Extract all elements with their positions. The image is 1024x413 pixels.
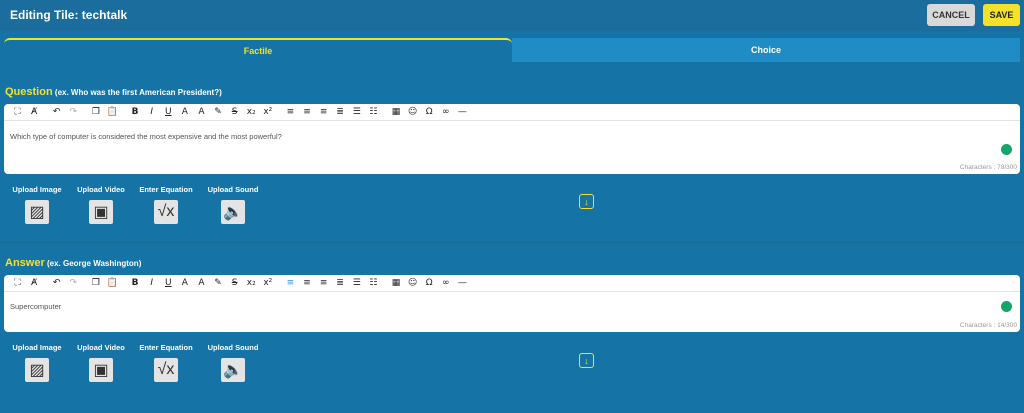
superscript-icon[interactable]: x² — [260, 105, 275, 119]
paste-icon[interactable]: 📋 — [105, 276, 120, 290]
horizontal-rule-icon[interactable]: — — [455, 105, 470, 119]
image-icon[interactable]: ▨ — [25, 200, 49, 224]
save-button[interactable]: SAVE — [983, 4, 1020, 26]
horizontal-rule-icon[interactable]: — — [455, 276, 470, 290]
answer-heading: Answer (ex. George Washington) — [5, 257, 141, 269]
align-center-icon[interactable]: ≡ — [300, 276, 315, 290]
answer-label: Answer — [5, 257, 45, 269]
question-editor[interactable]: ⛶ Ⱥ ↶ ↷ ❐ 📋 B I U A A ✎ S x₂ x² ≡ ≡ ≡ ≣ … — [4, 104, 1020, 174]
align-center-icon[interactable]: ≡ — [300, 105, 315, 119]
cancel-button[interactable]: CANCEL — [927, 4, 975, 26]
clear-format-icon[interactable]: Ⱥ — [27, 105, 42, 119]
answer-upload-image: Upload Image ▨ — [2, 343, 72, 382]
video-icon[interactable]: ▣ — [89, 200, 113, 224]
question-heading: Question (ex. Who was the first American… — [5, 86, 222, 98]
align-left-icon[interactable]: ≡ — [283, 105, 298, 119]
tab-bar: Factile Choice — [4, 38, 1020, 62]
tab-choice[interactable]: Choice — [512, 38, 1020, 62]
highlight-icon[interactable]: ✎ — [211, 105, 226, 119]
answer-editor[interactable]: ⛶ Ⱥ ↶ ↷ ❐ 📋 B I U A A ✎ S x₂ x² ≡ ≡ ≡ ≣ … — [4, 275, 1020, 332]
answer-text[interactable]: Supercomputer — [10, 302, 61, 311]
text-color-icon[interactable]: A — [194, 105, 209, 119]
redo-icon[interactable]: ↷ — [66, 105, 81, 119]
sqrt-icon[interactable]: √x — [154, 358, 178, 382]
underline-icon[interactable]: U — [161, 105, 176, 119]
question-upload-image: Upload Image ▨ — [2, 185, 72, 224]
question-toolbar: ⛶ Ⱥ ↶ ↷ ❐ 📋 B I U A A ✎ S x₂ x² ≡ ≡ ≡ ≣ … — [4, 104, 1020, 121]
link-icon[interactable]: ∞ — [438, 276, 453, 290]
paste-icon[interactable]: 📋 — [105, 105, 120, 119]
question-upload-video: Upload Video ▣ — [66, 185, 136, 224]
answer-char-count: Characters : 14/300 — [959, 322, 1017, 329]
ordered-list-icon[interactable]: ☰ — [349, 105, 364, 119]
special-char-icon[interactable]: Ω — [422, 276, 437, 290]
answer-upload-video: Upload Video ▣ — [66, 343, 136, 382]
strikethrough-icon[interactable]: S — [227, 105, 242, 119]
superscript-icon[interactable]: x² — [260, 276, 275, 290]
emoji-icon[interactable]: ☺ — [405, 105, 420, 119]
answer-enter-equation: Enter Equation √x — [131, 343, 201, 382]
font-size-icon[interactable]: A — [177, 276, 192, 290]
undo-icon[interactable]: ↶ — [49, 276, 64, 290]
redo-icon[interactable]: ↷ — [66, 276, 81, 290]
align-right-icon[interactable]: ≡ — [316, 276, 331, 290]
copy-icon[interactable]: ❐ — [88, 105, 103, 119]
speaker-icon[interactable]: 🔈 — [221, 200, 245, 224]
ordered-list-icon[interactable]: ☰ — [349, 276, 364, 290]
image-icon[interactable]: ▨ — [25, 358, 49, 382]
speaker-icon[interactable]: 🔈 — [221, 358, 245, 382]
collapse-arrow-icon[interactable]: ↓ — [579, 353, 594, 368]
table-icon[interactable]: ▦ — [388, 105, 403, 119]
emoji-icon[interactable]: ☺ — [405, 276, 420, 290]
fullscreen-icon[interactable]: ⛶ — [10, 105, 25, 119]
question-text[interactable]: Which type of computer is considered the… — [10, 132, 282, 141]
clear-format-icon[interactable]: Ⱥ — [27, 276, 42, 290]
page-title: Editing Tile: techtalk — [10, 8, 128, 22]
sqrt-icon[interactable]: √x — [154, 200, 178, 224]
strikethrough-icon[interactable]: S — [227, 276, 242, 290]
subscript-icon[interactable]: x₂ — [244, 105, 259, 119]
question-char-count: Characters : 78/300 — [959, 164, 1017, 171]
align-justify-icon[interactable]: ≣ — [333, 105, 348, 119]
link-icon[interactable]: ∞ — [438, 105, 453, 119]
collapse-arrow-icon[interactable]: ↓ — [579, 194, 594, 209]
copy-icon[interactable]: ❐ — [88, 276, 103, 290]
answer-hint: (ex. George Washington) — [46, 259, 142, 268]
answer-upload-sound: Upload Sound 🔈 — [198, 343, 268, 382]
grammarly-icon[interactable] — [1001, 301, 1012, 312]
bold-icon[interactable]: B — [128, 276, 143, 290]
align-right-icon[interactable]: ≡ — [316, 105, 331, 119]
answer-toolbar: ⛶ Ⱥ ↶ ↷ ❐ 📋 B I U A A ✎ S x₂ x² ≡ ≡ ≡ ≣ … — [4, 275, 1020, 292]
italic-icon[interactable]: I — [144, 105, 159, 119]
question-upload-sound: Upload Sound 🔈 — [198, 185, 268, 224]
undo-icon[interactable]: ↶ — [49, 105, 64, 119]
unordered-list-icon[interactable]: ☷ — [366, 276, 381, 290]
highlight-icon[interactable]: ✎ — [211, 276, 226, 290]
underline-icon[interactable]: U — [161, 276, 176, 290]
special-char-icon[interactable]: Ω — [422, 105, 437, 119]
section-divider — [0, 242, 1024, 243]
bold-icon[interactable]: B — [128, 105, 143, 119]
question-label: Question — [5, 86, 53, 98]
top-bar: Editing Tile: techtalk CANCEL SAVE — [0, 0, 1024, 31]
italic-icon[interactable]: I — [144, 276, 159, 290]
align-left-icon[interactable]: ≡ — [283, 276, 298, 290]
text-color-icon[interactable]: A — [194, 276, 209, 290]
tab-factile[interactable]: Factile — [4, 38, 512, 62]
question-enter-equation: Enter Equation √x — [131, 185, 201, 224]
question-hint: (ex. Who was the first American Presiden… — [54, 88, 222, 97]
font-size-icon[interactable]: A — [177, 105, 192, 119]
video-icon[interactable]: ▣ — [89, 358, 113, 382]
subscript-icon[interactable]: x₂ — [244, 276, 259, 290]
grammarly-icon[interactable] — [1001, 144, 1012, 155]
fullscreen-icon[interactable]: ⛶ — [10, 276, 25, 290]
align-justify-icon[interactable]: ≣ — [333, 276, 348, 290]
table-icon[interactable]: ▦ — [388, 276, 403, 290]
unordered-list-icon[interactable]: ☷ — [366, 105, 381, 119]
